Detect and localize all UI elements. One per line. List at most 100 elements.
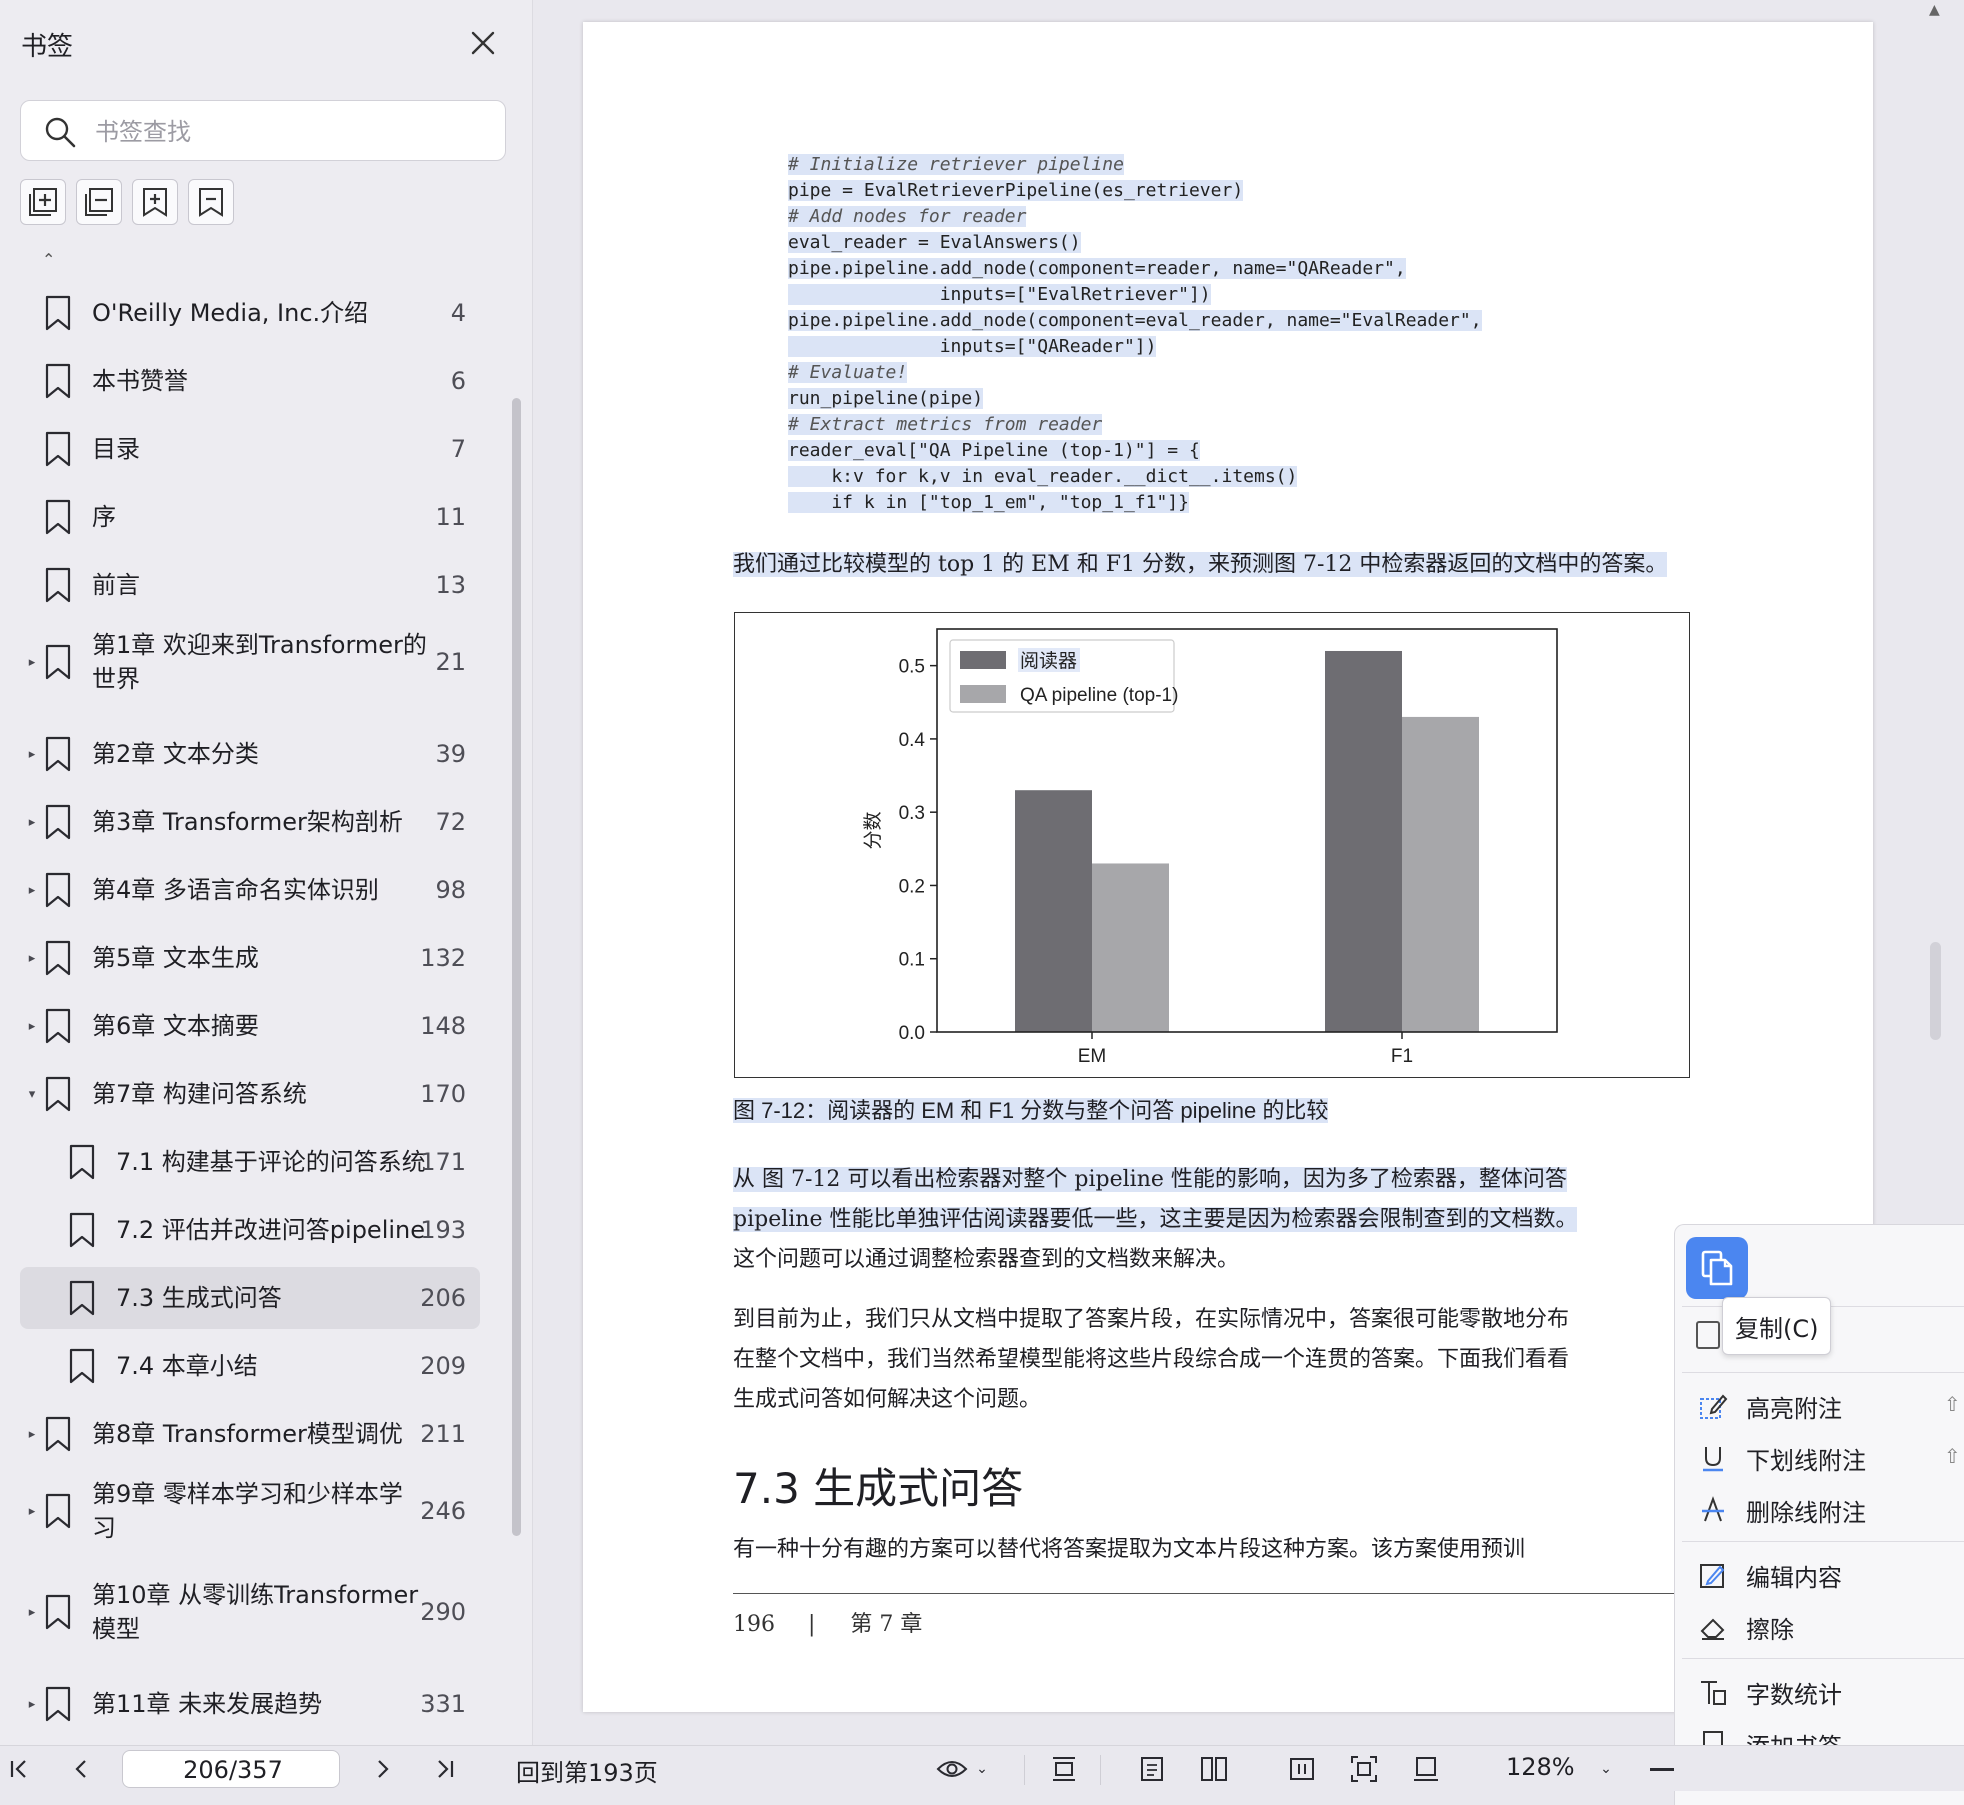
zoom-chevron-down-icon[interactable]: ⌄ xyxy=(1596,1752,1616,1786)
last-page-icon[interactable] xyxy=(430,1752,460,1786)
sidebar-scrollbar[interactable] xyxy=(512,398,521,1536)
menu-item-highlight-note[interactable]: 高亮附注 xyxy=(1696,1386,1842,1426)
bookmark-page-number: 209 xyxy=(420,1352,466,1380)
first-page-icon[interactable] xyxy=(4,1752,34,1786)
copy-icon xyxy=(1701,1250,1733,1286)
bookmark-item[interactable]: 7.1 构建基于评论的问答系统 171 xyxy=(20,1131,480,1193)
bookmark-item[interactable]: ▸ 第3章 Transformer架构剖析 72 xyxy=(20,791,480,853)
toolbar-separator xyxy=(1024,1755,1025,1785)
menu-item-underline[interactable]: 下划线附注 xyxy=(1696,1438,1866,1478)
close-icon[interactable] xyxy=(466,26,500,60)
bookmark-label: 7.3 生成式问答 xyxy=(116,1284,282,1312)
bookmark-label: 7.1 构建基于评论的问答系统 xyxy=(116,1148,426,1176)
fit-width-icon[interactable] xyxy=(1284,1752,1320,1786)
page-number-field[interactable] xyxy=(122,1750,343,1789)
chevron-down-icon[interactable]: ⌄ xyxy=(974,1752,990,1786)
remove-bookmark-icon xyxy=(199,188,223,217)
collapse-all-icon xyxy=(85,188,113,216)
bookmark-item[interactable]: 前言 13 xyxy=(20,554,480,616)
bookmark-icon xyxy=(44,566,72,604)
expand-triangle-icon[interactable]: ▸ xyxy=(25,1471,39,1551)
bookmark-item[interactable]: ▸ 第2章 文本分类 39 xyxy=(20,723,480,785)
expand-triangle-icon[interactable]: ▸ xyxy=(25,723,39,785)
bookmark-search-box[interactable] xyxy=(20,100,506,161)
code-line: inputs=["EvalRetriever"]) xyxy=(788,284,1211,305)
add-bookmark-button[interactable] xyxy=(132,179,178,225)
expand-triangle-icon[interactable]: ▸ xyxy=(25,622,39,702)
bookmark-label: 第6章 文本摘要 xyxy=(92,1012,259,1040)
section-heading: 7.3 生成式问答 xyxy=(733,1464,1024,1513)
expand-triangle-icon[interactable]: ▸ xyxy=(25,1673,39,1735)
code-block: # Initialize retriever pipeline pipe = Ev… xyxy=(788,152,1482,516)
fit-page-icon[interactable] xyxy=(1346,1752,1382,1786)
bookmark-label: 序 xyxy=(92,503,116,531)
expand-triangle-icon[interactable]: ▸ xyxy=(25,1403,39,1465)
next-page-icon[interactable] xyxy=(368,1752,398,1786)
expand-triangle-icon[interactable]: ▸ xyxy=(25,995,39,1057)
bookmark-icon xyxy=(44,803,72,841)
expand-triangle-icon[interactable]: ▸ xyxy=(25,927,39,989)
bookmark-item[interactable]: ▾ 第7章 构建问答系统 170 xyxy=(20,1063,480,1125)
bookmark-search-input[interactable] xyxy=(93,111,497,153)
bookmark-item[interactable]: ▸ 第11章 未来发展趋势 331 xyxy=(20,1673,480,1735)
back-to-page-link[interactable]: 回到第193页 xyxy=(516,1753,658,1788)
bookmark-label: 7.2 评估并改进问答pipeline xyxy=(116,1216,426,1244)
bookmark-item[interactable]: 本书赞誉 6 xyxy=(20,350,480,412)
expand-triangle-open-icon[interactable]: ▾ xyxy=(25,1063,39,1125)
menu-item-word-count[interactable]: 字数统计 xyxy=(1696,1672,1842,1712)
expand-triangle-icon[interactable]: ▸ xyxy=(25,791,39,853)
code-line: reader_eval["QA Pipeline (top-1)"] = { xyxy=(788,440,1200,461)
copy-button[interactable] xyxy=(1686,1237,1748,1299)
bookmark-page-number: 39 xyxy=(435,740,466,768)
bookmark-item[interactable]: ▸ 第8章 Transformer模型调优 211 xyxy=(20,1403,480,1465)
bookmark-label: 第1章 欢迎来到Transformer的 世界 xyxy=(92,631,427,693)
bookmark-page-number: 171 xyxy=(420,1148,466,1176)
page-number-input[interactable] xyxy=(123,1751,343,1789)
menu-item-label: 字数统计 xyxy=(1746,1680,1842,1709)
bookmark-item[interactable]: 序 11 xyxy=(20,486,480,548)
zoom-level[interactable]: 128% xyxy=(1506,1753,1575,1781)
expand-triangle-icon[interactable]: ▸ xyxy=(25,859,39,921)
menu-item-eraser[interactable]: 擦除 xyxy=(1696,1607,1794,1647)
expand-triangle-icon[interactable]: ▸ xyxy=(25,1572,39,1652)
continuous-scroll-icon[interactable] xyxy=(1046,1752,1082,1786)
single-page-icon[interactable] xyxy=(1134,1752,1170,1786)
bookmark-label: 目录 xyxy=(92,435,140,463)
bookmark-item[interactable]: ▸ 第6章 文本摘要 148 xyxy=(20,995,480,1057)
bookmark-page-number: 170 xyxy=(420,1080,466,1108)
bookmark-item[interactable]: ▸ 第9章 零样本学习和少样本学习 246 xyxy=(20,1471,480,1551)
footer-chapter: 第 7 章 xyxy=(850,1612,923,1637)
bar-em-1 xyxy=(1092,863,1169,1032)
bookmark-page-number: 290 xyxy=(420,1598,466,1626)
bookmark-item[interactable]: 7.2 评估并改进问答pipeline 193 xyxy=(20,1199,480,1261)
menu-item-edit[interactable]: 编辑内容 xyxy=(1696,1555,1842,1595)
collapse-all-button[interactable] xyxy=(76,179,122,225)
code-line: # Add nodes for reader xyxy=(788,206,1027,227)
scroll-up-arrow-icon[interactable]: ▲ xyxy=(1929,2,1940,18)
fullscreen-icon[interactable] xyxy=(1408,1752,1444,1786)
zoom-out-icon[interactable] xyxy=(1650,1768,1674,1771)
partially-hidden-menu-icon[interactable] xyxy=(1696,1321,1720,1349)
bookmark-item[interactable]: ▸ 第5章 文本生成 132 xyxy=(20,927,480,989)
menu-item-strikethrough[interactable]: 删除线附注 xyxy=(1696,1490,1866,1530)
bookmark-item[interactable]: 7.3 生成式问答 206 xyxy=(20,1267,480,1329)
prev-page-icon[interactable] xyxy=(66,1752,96,1786)
footer-rule xyxy=(733,1593,1677,1594)
expand-all-button[interactable] xyxy=(20,179,66,225)
bookmark-item[interactable]: 7.4 本章小结 209 xyxy=(20,1335,480,1397)
eye-icon[interactable] xyxy=(932,1752,972,1786)
copy-tooltip: 复制(C) xyxy=(1722,1297,1832,1355)
bookmark-page-number: 13 xyxy=(435,571,466,599)
two-page-icon[interactable] xyxy=(1196,1752,1232,1786)
bookmark-item[interactable]: ▸ 第4章 多语言命名实体识别 98 xyxy=(20,859,480,921)
page-footer: 196 | 第 7 章 xyxy=(733,1606,922,1638)
remove-bookmark-button[interactable] xyxy=(188,179,234,225)
bookmark-item[interactable]: O'Reilly Media, Inc.介绍 4 xyxy=(20,282,480,344)
legend-swatch xyxy=(960,651,1006,669)
bookmark-item[interactable]: 目录 7 xyxy=(20,418,480,480)
document-scrollbar[interactable] xyxy=(1930,942,1941,1040)
bookmark-item[interactable]: ▸ 第1章 欢迎来到Transformer的 世界 21 xyxy=(20,622,480,702)
menu-item-label: 编辑内容 xyxy=(1746,1563,1842,1592)
bookmark-icon xyxy=(44,1075,72,1113)
bookmark-item[interactable]: ▸ 第10章 从零训练Transformer 模型 290 xyxy=(20,1572,480,1652)
